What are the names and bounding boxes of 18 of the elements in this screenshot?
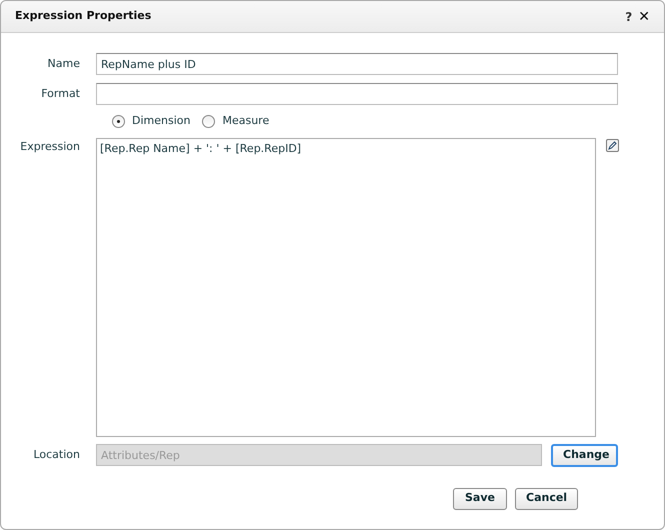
- location-field: Attributes/Rep: [96, 444, 542, 466]
- name-label: Name: [46, 56, 81, 72]
- radio-label: Dimension: [132, 113, 190, 129]
- save-button[interactable]: Save: [453, 488, 507, 510]
- format-field[interactable]: [96, 83, 618, 105]
- radio-label: Measure: [222, 113, 270, 129]
- expression-label: Expression: [19, 138, 81, 154]
- pencil-icon[interactable]: [606, 138, 619, 152]
- cancel-button[interactable]: Cancel: [515, 488, 578, 510]
- close-button[interactable]: ✕: [638, 10, 650, 24]
- name-field[interactable]: RepName plus ID: [96, 53, 618, 75]
- radio-button[interactable]: [202, 114, 216, 128]
- format-label: Format: [40, 86, 81, 102]
- window-title: Expression Properties: [15, 8, 152, 24]
- expression-field[interactable]: [Rep.Rep Name] + ': ' + [Rep.RepID]: [96, 138, 596, 436]
- location-label: Location: [32, 446, 81, 463]
- radio-button[interactable]: [112, 114, 125, 128]
- help-button[interactable]: ?: [625, 10, 632, 22]
